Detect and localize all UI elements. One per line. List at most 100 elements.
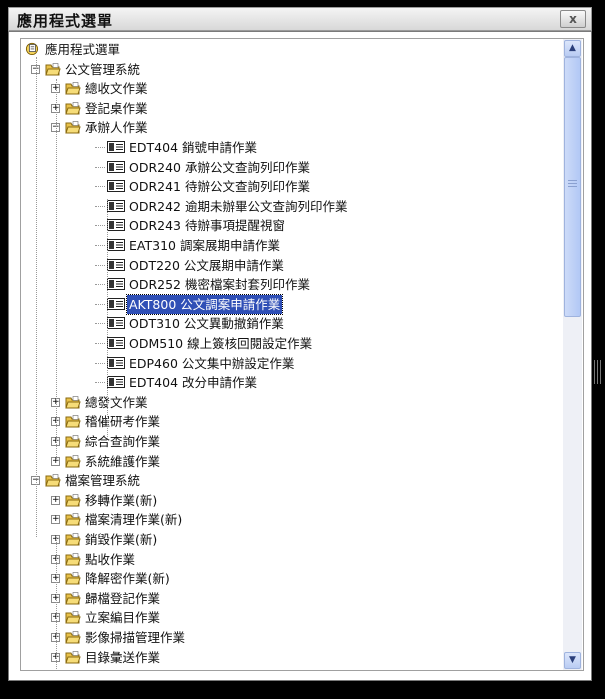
- tree-item-folder[interactable]: + 綜合查詢作業: [21, 432, 564, 451]
- title-bar[interactable]: 應用程式選單 x: [8, 7, 592, 31]
- scroll-down-button[interactable]: ▼: [564, 652, 581, 669]
- folder-icon: [65, 552, 81, 565]
- tree-item-label: 移轉作業(新): [85, 492, 158, 508]
- program-icon: [107, 297, 125, 310]
- tree-item-label: ODT310 公文異動撤銷作業: [129, 316, 284, 332]
- program-icon: [107, 317, 125, 330]
- tree-item-label: 降解密作業(新): [85, 571, 170, 587]
- tree-item-program[interactable]: ODR243 待辦事項提醒視窗: [21, 216, 564, 235]
- tree-item-label-selected: AKT800 公文調案申請作業: [125, 293, 284, 315]
- folder-icon: [65, 454, 81, 467]
- program-icon: [107, 219, 125, 232]
- tree-item-folder[interactable]: + 歸檔登記作業: [21, 589, 564, 608]
- tree-item-label: 目錄彙送作業: [85, 649, 161, 665]
- tree-item-label: 稽催研考作業: [85, 414, 161, 430]
- tree-item-program[interactable]: ODT310 公文異動撤銷作業: [21, 314, 564, 333]
- tree-item-folder[interactable]: + 登記桌作業: [21, 99, 564, 118]
- tree-item-program[interactable]: EDT404 改分申請作業: [21, 373, 564, 392]
- tree-root-label: 應用程式選單: [45, 42, 121, 57]
- program-icon: [107, 356, 125, 369]
- program-icon: [107, 278, 125, 291]
- folder-icon: [65, 533, 81, 546]
- folder-icon: [65, 415, 81, 428]
- program-icon: [107, 180, 125, 193]
- tree-item-program[interactable]: AKT800 公文調案申請作業: [21, 293, 564, 315]
- menu-tree[interactable]: 應用程式選單 − 公文管理系統 + 總收文作業 + 登記桌作業 − 承辦人作業 EDT404 銷…: [20, 38, 584, 671]
- tree-item-label: 綜合查詢作業: [85, 433, 161, 449]
- tree-item-label: 總收文作業: [85, 81, 148, 97]
- tree-item-label: ODR243 待辦事項提醒視窗: [129, 218, 285, 234]
- folder-open-icon: [45, 62, 61, 75]
- tree-item-label: 立案編目作業: [85, 610, 161, 626]
- folder-icon: [65, 611, 81, 624]
- tree-item-label: EDT404 銷號申請作業: [129, 139, 257, 155]
- tree-item-label: 承辦人作業: [85, 120, 148, 136]
- scroll-thumb[interactable]: [564, 57, 581, 317]
- tree-item-program[interactable]: EDT404 銷號申請作業: [21, 138, 564, 157]
- tree-item-folder[interactable]: + 影像掃描管理作業: [21, 628, 564, 647]
- vertical-scrollbar[interactable]: ▲ ▼: [563, 39, 582, 670]
- folder-icon: [65, 513, 81, 526]
- tree-item-program[interactable]: ODR242 逾期未辦畢公文查詢列印作業: [21, 197, 564, 216]
- folder-icon: [65, 101, 81, 115]
- tree-item-label: 總發文作業: [85, 394, 148, 410]
- tree-item-folder[interactable]: + 降解密作業(新): [21, 569, 564, 588]
- tree-item-folder[interactable]: − 檔案管理系統: [21, 471, 564, 490]
- tree-item-folder[interactable]: − 承辦人作業: [21, 118, 564, 137]
- tree-item-folder[interactable]: + 總收文作業: [21, 79, 564, 98]
- tree-item-label: 檔案管理系統: [65, 473, 141, 489]
- folder-icon: [65, 572, 81, 585]
- tree-root[interactable]: 應用程式選單: [21, 40, 564, 59]
- tree-item-folder[interactable]: + 目錄彙送作業: [21, 648, 564, 667]
- close-button[interactable]: x: [560, 10, 586, 28]
- folder-icon: [65, 435, 81, 448]
- tree-item-label: ODM510 線上簽核回閱設定作業: [129, 335, 313, 351]
- app-window: 應用程式選單 x 應用程式選單 − 公文管理系統 + 總收文作業 + 登記桌作業 − 承辦人作…: [0, 0, 605, 699]
- folder-icon: [65, 493, 81, 507]
- tree-item-label: ODR242 逾期未辦畢公文查詢列印作業: [129, 198, 348, 214]
- expand-icon[interactable]: +: [51, 495, 60, 505]
- program-icon: [107, 160, 125, 173]
- tree-item-program[interactable]: ODR241 待辦公文查詢列印作業: [21, 177, 564, 196]
- tree-item-folder[interactable]: + 銷毀作業(新): [21, 530, 564, 549]
- tree-item-folder[interactable]: + 立案編目作業: [21, 608, 564, 627]
- tree-item-label: 影像掃描管理作業: [85, 629, 186, 645]
- menu-panel: 應用程式選單 − 公文管理系統 + 總收文作業 + 登記桌作業 − 承辦人作業 EDT404 銷…: [8, 31, 592, 681]
- folder-icon: [65, 591, 81, 605]
- tree-content: 應用程式選單 − 公文管理系統 + 總收文作業 + 登記桌作業 − 承辦人作業 EDT404 銷…: [21, 39, 564, 670]
- tree-item-label: ODR241 待辦公文查詢列印作業: [129, 179, 310, 195]
- scroll-up-button[interactable]: ▲: [564, 40, 581, 57]
- tree-item-label: 檔案清理作業(新): [85, 512, 183, 528]
- folder-icon: [65, 395, 81, 409]
- folder-icon: [65, 631, 81, 644]
- folder-open-icon: [45, 474, 61, 487]
- expand-icon[interactable]: +: [51, 515, 60, 525]
- tree-item-program[interactable]: ODR252 機密檔案封套列印作業: [21, 275, 564, 294]
- tree-item-folder[interactable]: + 點收作業: [21, 550, 564, 569]
- tree-item-folder[interactable]: + 總發文作業: [21, 393, 564, 412]
- program-icon: [107, 258, 125, 271]
- tree-item-program[interactable]: ODT220 公文展期申請作業: [21, 256, 564, 275]
- tree-item-label: ODR240 承辦公文查詢列印作業: [129, 159, 310, 175]
- tree-item-label: 點收作業: [85, 551, 136, 567]
- tree-item-folder[interactable]: + 移轉作業(新): [21, 491, 564, 510]
- tree-item-program[interactable]: ODM510 線上簽核回閱設定作業: [21, 334, 564, 353]
- app-menu-icon: [25, 42, 39, 55]
- tree-item-program[interactable]: EAT310 調案展期申請作業: [21, 236, 564, 255]
- program-icon: [107, 140, 125, 153]
- tree-item-folder[interactable]: + 系統維護作業: [21, 452, 564, 471]
- tree-item-label: 銷毀作業(新): [85, 531, 158, 547]
- program-icon: [107, 336, 125, 349]
- tree-item-label: EDP460 公文集中辦設定作業: [129, 355, 295, 371]
- resize-grip[interactable]: [593, 360, 603, 384]
- program-icon: [107, 199, 125, 212]
- tree-item-label: ODR252 機密檔案封套列印作業: [129, 277, 310, 293]
- tree-item-program[interactable]: EDP460 公文集中辦設定作業: [21, 354, 564, 373]
- window-title: 應用程式選單: [17, 12, 114, 30]
- tree-item-program[interactable]: ODR240 承辦公文查詢列印作業: [21, 158, 564, 177]
- tree-item-folder[interactable]: + 稽催研考作業: [21, 412, 564, 431]
- tree-item-label: EAT310 調案展期申請作業: [129, 237, 280, 253]
- tree-item-folder[interactable]: − 公文管理系統: [21, 60, 564, 79]
- tree-item-label: 公文管理系統: [65, 61, 141, 77]
- tree-item-folder[interactable]: + 檔案清理作業(新): [21, 510, 564, 529]
